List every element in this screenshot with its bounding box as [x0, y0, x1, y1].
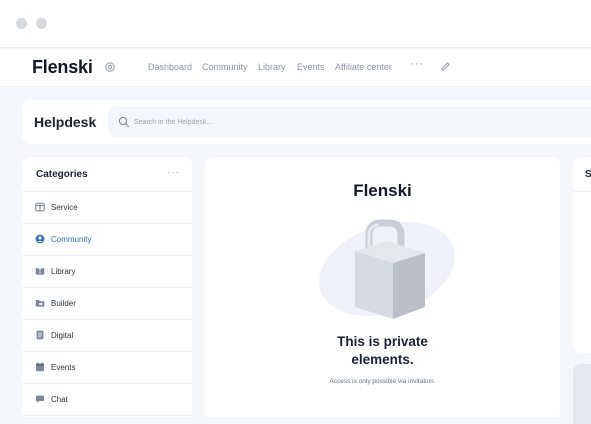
private-title-line-1: This is private [337, 334, 428, 349]
window-minimize-dot[interactable] [36, 18, 47, 29]
nav-dashboard[interactable]: Dashboard [148, 62, 192, 72]
gear-icon[interactable] [104, 61, 116, 73]
private-title-line-2: elements. [351, 352, 414, 367]
padlock-icon [319, 219, 455, 319]
nav-affiliate-center[interactable]: Affiliate center [335, 62, 392, 72]
category-item-service[interactable]: Service [22, 192, 192, 224]
helpdesk-header: Helpdesk [22, 100, 591, 144]
main-brand-logo: Flenski [353, 181, 412, 200]
side-panel-title: S [585, 169, 591, 180]
category-label: Events [51, 363, 76, 372]
user-circle-icon [35, 234, 45, 244]
category-item-builder[interactable]: Builder [22, 288, 192, 320]
category-item-chat[interactable]: Chat [22, 384, 192, 416]
helpdesk-title: Helpdesk [34, 114, 97, 130]
nav-community[interactable]: Community [202, 62, 248, 72]
pencil-icon[interactable] [440, 61, 451, 72]
private-content-card: Flenski This is private elements. Access… [205, 157, 560, 417]
document-icon [36, 330, 44, 340]
columns-icon [35, 202, 45, 212]
private-description: Access is only possible via invitation. [329, 378, 436, 385]
brand-logo[interactable]: Flenski [32, 57, 93, 78]
side-panel: S [573, 157, 591, 353]
category-label: Builder [51, 299, 76, 308]
category-label: Service [51, 203, 78, 212]
nav-more-button[interactable]: ··· [410, 58, 424, 70]
search-input[interactable] [134, 114, 534, 130]
category-label: Digital [51, 331, 74, 340]
top-navigation: Flenski Dashboard Community Library Even… [0, 49, 591, 87]
search-box[interactable] [108, 107, 591, 137]
category-label: Chat [51, 395, 68, 404]
category-label: Library [51, 267, 76, 276]
private-title: This is private elements. [205, 333, 560, 369]
categories-title: Categories [36, 169, 88, 180]
calendar-icon [36, 362, 44, 372]
categories-panel: Categories ··· Service Community Library… [22, 157, 192, 417]
categories-header: Categories ··· [22, 157, 192, 192]
category-item-community[interactable]: Community [22, 224, 192, 256]
categories-more-button[interactable]: ··· [167, 167, 180, 178]
side-panel-secondary [573, 364, 591, 424]
category-item-events[interactable]: Events [22, 352, 192, 384]
category-item-digital[interactable]: Digital [22, 320, 192, 352]
nav-events[interactable]: Events [297, 62, 325, 72]
window-titlebar [0, 0, 591, 48]
side-panel-header: S [573, 157, 591, 192]
window-close-dot[interactable] [16, 18, 27, 29]
book-icon [35, 268, 45, 275]
search-icon [118, 116, 130, 128]
chat-icon [36, 395, 44, 403]
folder-icon [35, 300, 45, 307]
category-item-library[interactable]: Library [22, 256, 192, 288]
nav-library[interactable]: Library [258, 62, 286, 72]
category-label: Community [51, 235, 92, 244]
